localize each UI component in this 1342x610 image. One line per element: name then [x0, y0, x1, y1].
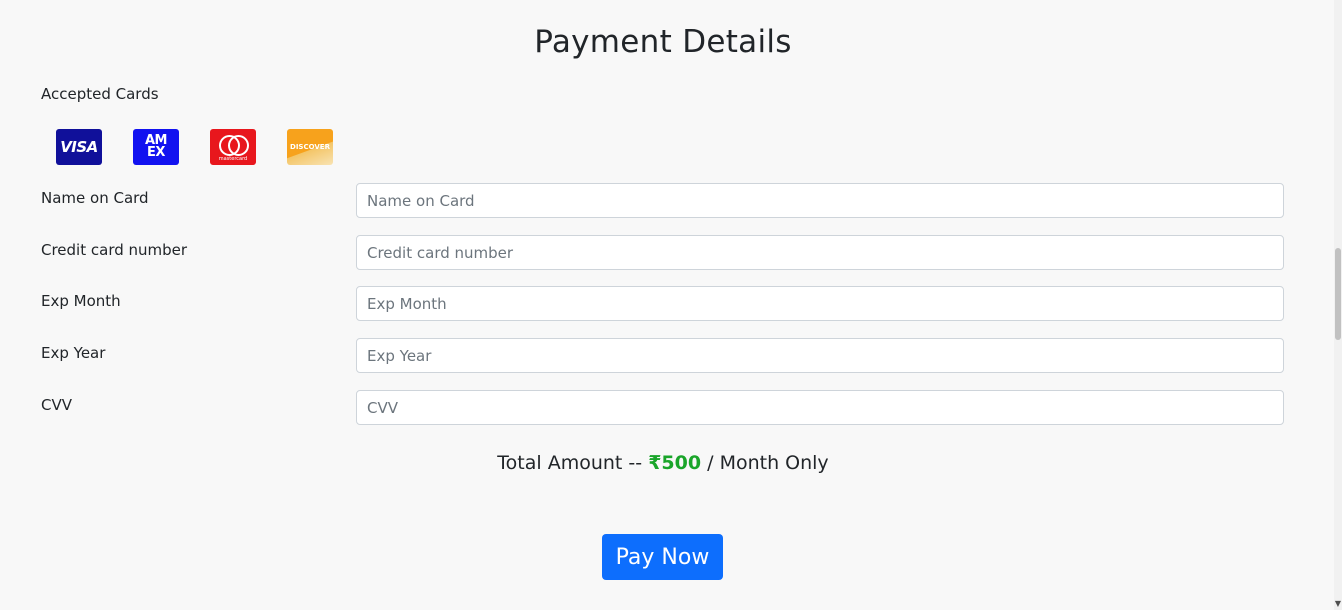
chevron-down-icon[interactable]: ▼: [1334, 600, 1342, 608]
exp-year-row: Exp Year: [0, 338, 1342, 374]
pay-now-button[interactable]: Pay Now: [602, 534, 723, 580]
vertical-scrollbar[interactable]: ▼: [1334, 0, 1342, 610]
total-prefix: Total Amount --: [497, 452, 643, 474]
cvv-input[interactable]: [356, 390, 1284, 425]
amex-card-icon: AM EX: [133, 129, 179, 165]
card-number-input[interactable]: [356, 235, 1284, 270]
cvv-row: CVV: [0, 390, 1342, 426]
exp-year-input[interactable]: [356, 338, 1284, 373]
exp-month-label: Exp Month: [41, 292, 121, 310]
amex-logo-text: AM EX: [145, 133, 168, 160]
mastercard-card-icon: mastercard: [210, 129, 256, 165]
total-amount: Total Amount -- ₹500 / Month Only: [0, 452, 1326, 474]
mastercard-logo-text: mastercard: [218, 156, 248, 162]
name-on-card-label: Name on Card: [41, 189, 149, 207]
page-title: Payment Details: [534, 24, 792, 60]
accepted-cards-list: VISA AM EX mastercard DISCOVER: [56, 129, 333, 165]
exp-year-label: Exp Year: [41, 344, 106, 362]
name-on-card-input[interactable]: [356, 183, 1284, 218]
exp-month-row: Exp Month: [0, 286, 1342, 322]
cvv-label: CVV: [41, 396, 72, 414]
discover-card-icon: DISCOVER: [287, 129, 333, 165]
accepted-cards-label: Accepted Cards: [41, 85, 159, 103]
mastercard-right-circle: [228, 135, 249, 156]
visa-logo-text: VISA: [60, 138, 98, 156]
exp-month-input[interactable]: [356, 286, 1284, 321]
card-number-label: Credit card number: [41, 241, 188, 259]
card-number-row: Credit card number: [0, 235, 1342, 271]
total-amount-value: ₹500: [648, 452, 702, 474]
discover-logo-text: DISCOVER: [290, 143, 330, 151]
total-suffix: / Month Only: [707, 452, 829, 474]
name-row: Name on Card: [0, 183, 1342, 219]
scrollbar-thumb[interactable]: [1335, 248, 1341, 340]
visa-card-icon: VISA: [56, 129, 102, 165]
